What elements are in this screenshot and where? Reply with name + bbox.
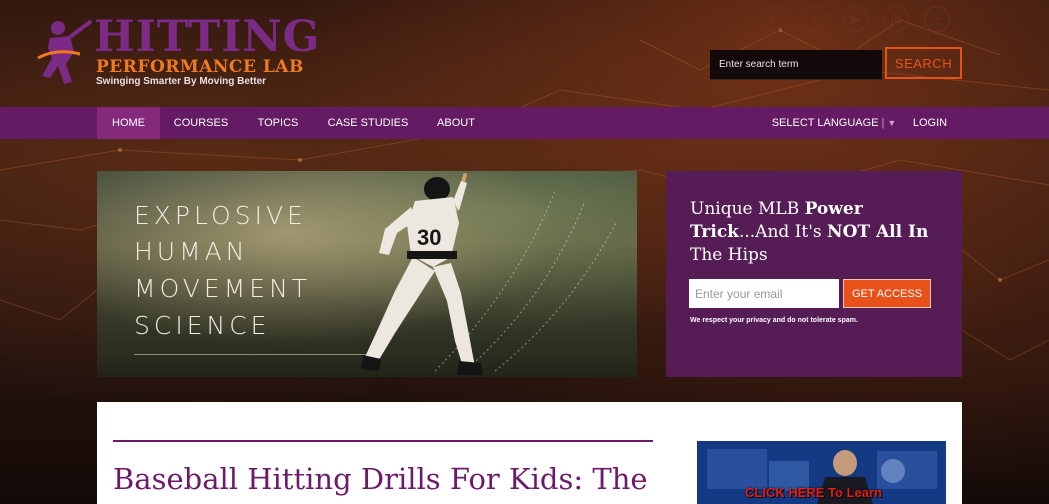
site-logo[interactable]: HITTING PERFORMANCE LAB Swinging Smarter…: [36, 14, 319, 94]
get-access-button[interactable]: GET ACCESS: [843, 279, 931, 308]
linkedin-icon[interactable]: in: [883, 6, 909, 32]
chevron-down-icon: ▼: [887, 118, 897, 128]
optin-headline-part-3: The Hips: [690, 245, 768, 265]
site-header: HITTING PERFORMANCE LAB Swinging Smarter…: [0, 0, 1049, 107]
logo-tagline: Swinging Smarter By Moving Better: [96, 76, 267, 87]
email-field[interactable]: [689, 279, 839, 308]
rss-icon[interactable]: ◔: [924, 6, 950, 32]
nav-item-courses[interactable]: COURSES: [167, 107, 235, 139]
hero-banner: EXPLOSIVE HUMAN MOVEMENT SCIENCE 30: [97, 171, 637, 377]
search-button[interactable]: SEARCH: [885, 47, 962, 79]
youtube-icon[interactable]: ▶: [842, 6, 868, 32]
nav-item-topics[interactable]: TOPICS: [250, 107, 306, 139]
optin-headline-part-2: ...And It's: [738, 222, 828, 242]
main-nav: HOME COURSES TOPICS CASE STUDIES ABOUT S…: [0, 107, 1049, 139]
hero-word-human: HUMAN: [134, 237, 249, 266]
logo-hitting-text: HITTING: [94, 12, 321, 62]
hero-word-science: SCIENCE: [134, 311, 271, 340]
optin-headline-part-1: Unique MLB: [690, 199, 805, 219]
twitter-icon[interactable]: 𝕥: [760, 6, 786, 32]
main-content: Baseball Hitting Drills For Kids: The CL…: [97, 402, 962, 504]
jersey-number: 30: [417, 225, 441, 250]
language-separator: |: [881, 117, 885, 129]
privacy-note: We respect your privacy and do not toler…: [690, 317, 858, 324]
language-selector-label: SELECT LANGUAGE: [771, 117, 879, 129]
logo-performance-lab-text: PERFORMANCE LAB: [96, 57, 304, 77]
nav-item-about[interactable]: ABOUT: [430, 107, 482, 139]
nav-item-home[interactable]: HOME: [97, 107, 160, 139]
nav-item-case-studies[interactable]: CASE STUDIES: [321, 107, 415, 139]
hero-underline: [134, 354, 370, 355]
optin-headline: Unique MLB Power Trick...And It's NOT Al…: [690, 198, 950, 267]
language-selector[interactable]: SELECT LANGUAGE | ▼: [768, 107, 900, 139]
social-links: 𝕥 f ▶ in ◔: [760, 6, 950, 32]
video-thumbnail[interactable]: CLICK HERE To Learn: [697, 441, 946, 504]
title-rule: [113, 440, 653, 442]
hero-word-explosive: EXPLOSIVE: [134, 201, 307, 230]
optin-box: Unique MLB Power Trick...And It's NOT Al…: [666, 171, 962, 377]
login-link[interactable]: LOGIN: [906, 107, 954, 139]
search-input[interactable]: [710, 50, 882, 80]
baseball-player-image: 30: [361, 173, 618, 375]
batter-logo-icon: [37, 20, 92, 84]
optin-headline-bold-2: NOT All In: [827, 222, 929, 242]
article-title[interactable]: Baseball Hitting Drills For Kids: The: [113, 460, 673, 498]
facebook-icon[interactable]: f: [801, 6, 827, 32]
video-cta-text: CLICK HERE To Learn: [745, 485, 882, 500]
hero-word-movement: MOVEMENT: [134, 274, 312, 303]
